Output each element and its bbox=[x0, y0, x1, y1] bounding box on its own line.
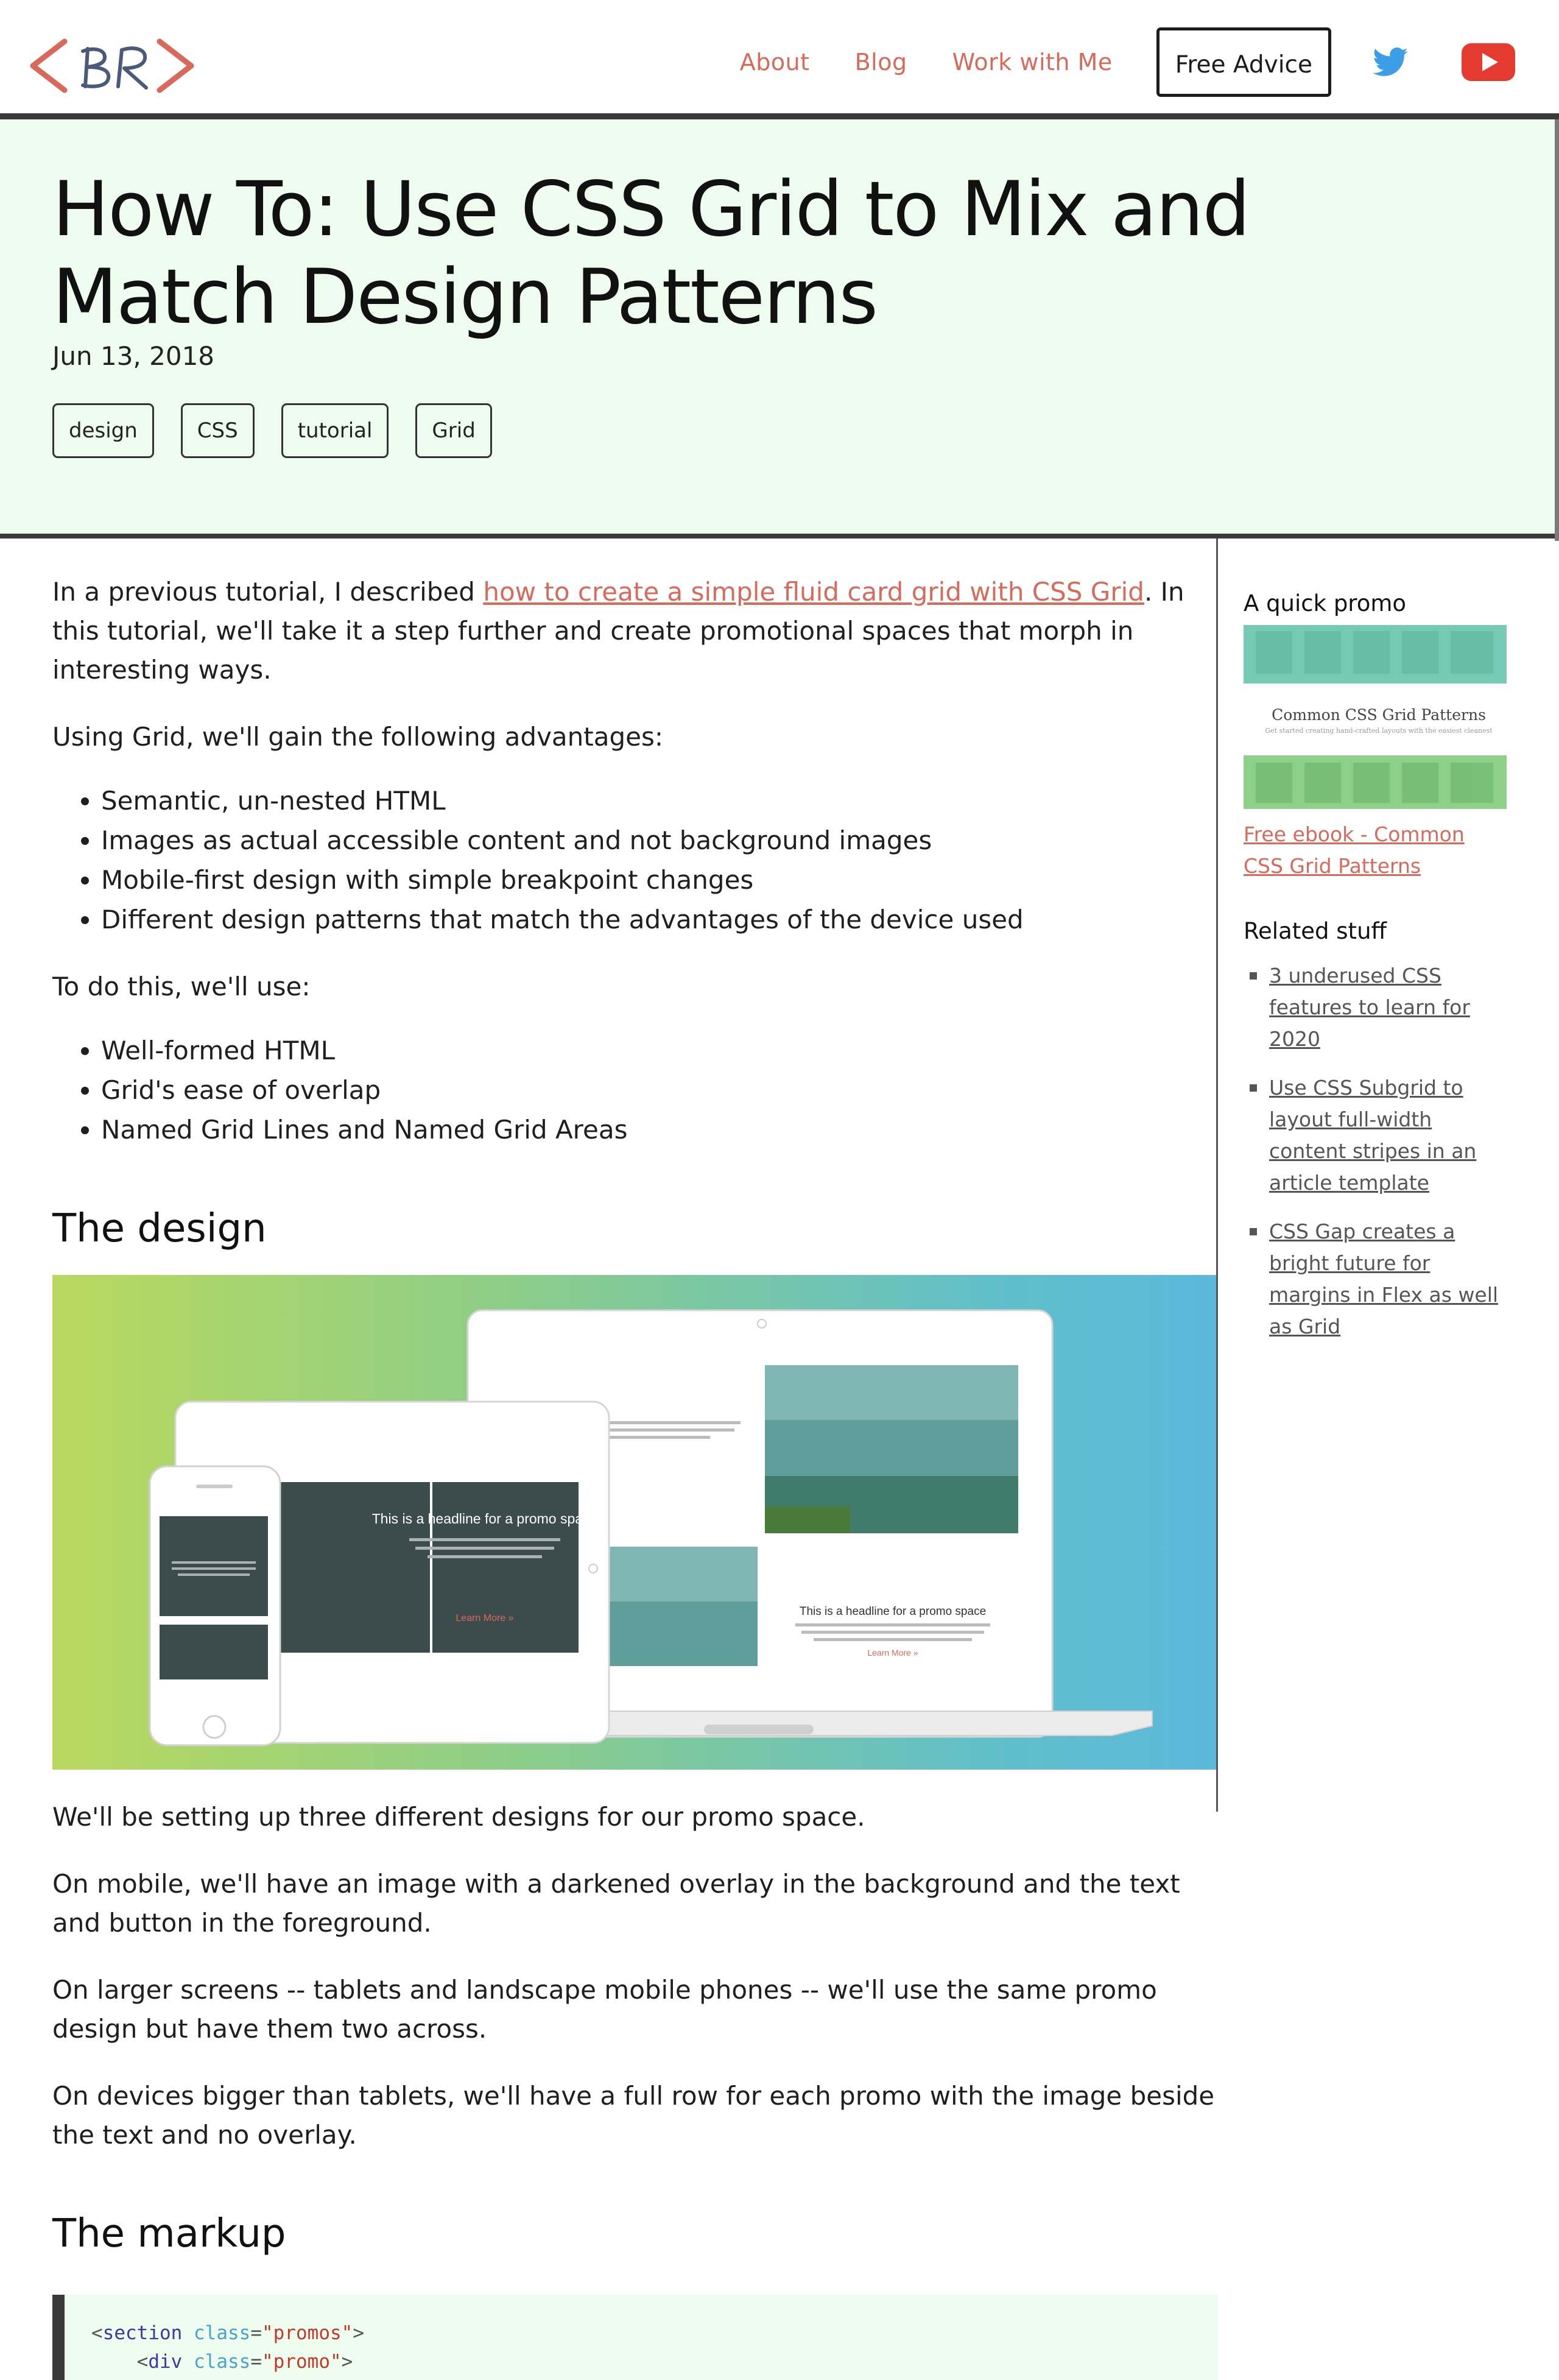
tablet-promo-headline: This is a headline for a promo space bbox=[372, 1511, 598, 1527]
ebook-cover-subtitle: Get started creating hand-crafted layout… bbox=[1265, 727, 1493, 735]
tag-design[interactable]: design bbox=[52, 403, 154, 458]
nav-blog-link[interactable]: Blog bbox=[855, 49, 907, 76]
list-item: Well-formed HTML bbox=[101, 1031, 1218, 1070]
tag-tutorial[interactable]: tutorial bbox=[281, 403, 389, 458]
site-header: About Blog Work with Me Free Advice bbox=[0, 0, 1559, 119]
list-item: Named Grid Lines and Named Grid Areas bbox=[101, 1110, 1218, 1149]
ebook-cover-svg: Common CSS Grid Patterns Get started cre… bbox=[1244, 625, 1507, 809]
main-nav: About Blog Work with Me Free Advice bbox=[740, 24, 1559, 100]
mobile-paragraph: On mobile, we'll have an image with a da… bbox=[52, 1869, 1180, 1938]
twitter-icon[interactable] bbox=[1373, 48, 1408, 77]
tablet-paragraph: On larger screens -- tablets and landsca… bbox=[52, 1975, 1157, 2044]
advantages-list: Semantic, un-nested HTML Images as actua… bbox=[52, 781, 1218, 939]
related-link-1[interactable]: 3 underused CSS features to learn for 20… bbox=[1269, 964, 1470, 1051]
tag-list: design CSS tutorial Grid bbox=[52, 403, 519, 458]
list-item: Different design patterns that match the… bbox=[101, 900, 1218, 939]
tablet-learn-more: Learn More » bbox=[456, 1613, 513, 1623]
sidebar: A quick promo Common CSS Grid Patterns G… bbox=[1244, 590, 1507, 1360]
related-heading: Related stuff bbox=[1244, 918, 1387, 944]
related-link-3[interactable]: CSS Gap creates a bright future for marg… bbox=[1269, 1220, 1498, 1338]
hero-edge-line bbox=[1555, 119, 1559, 541]
intro-paragraph: In a previous tutorial, I described how … bbox=[52, 577, 1184, 685]
article-hero: How To: Use CSS Grid to Mix and Match De… bbox=[0, 119, 1559, 539]
tools-intro: To do this, we'll use: bbox=[52, 972, 311, 1001]
list-item: Images as actual accessible content and … bbox=[101, 821, 1218, 860]
article-body: In a previous tutorial, I described how … bbox=[52, 539, 1218, 2380]
ebook-link[interactable]: Free ebook - Common CSS Grid Patterns bbox=[1244, 822, 1465, 878]
tools-list: Well-formed HTML Grid's ease of overlap … bbox=[52, 1031, 1218, 1149]
desktop-paragraph: On devices bigger than tablets, we'll ha… bbox=[52, 2081, 1215, 2150]
markup-heading: The markup bbox=[52, 2211, 286, 2256]
list-item: Mobile-first design with simple breakpoi… bbox=[101, 860, 1218, 900]
nav-work-link[interactable]: Work with Me bbox=[952, 49, 1113, 76]
main-content: In a previous tutorial, I described how … bbox=[0, 539, 1559, 2380]
youtube-icon[interactable] bbox=[1462, 43, 1515, 81]
advantages-intro: Using Grid, we'll gain the following adv… bbox=[52, 722, 664, 752]
laptop-learn-more: Learn More » bbox=[867, 1648, 918, 1658]
list-item: Grid's ease of overlap bbox=[101, 1070, 1218, 1110]
list-item: Use CSS Subgrid to layout full-width con… bbox=[1244, 1072, 1507, 1199]
logo[interactable] bbox=[27, 37, 197, 95]
promo-heading: A quick promo bbox=[1244, 590, 1407, 616]
list-item: Semantic, un-nested HTML bbox=[101, 781, 1218, 821]
laptop-promo-headline: This is a headline for a promo space bbox=[800, 1605, 986, 1618]
list-item: 3 underused CSS features to learn for 20… bbox=[1244, 960, 1507, 1055]
list-item: CSS Gap creates a bright future for marg… bbox=[1244, 1216, 1507, 1343]
nav-about-link[interactable]: About bbox=[740, 49, 810, 76]
related-list: 3 underused CSS features to learn for 20… bbox=[1244, 960, 1507, 1343]
code-block: <section class="promos"> <div class="pro… bbox=[52, 2295, 1218, 2380]
sidebar-divider bbox=[1216, 539, 1218, 1812]
tag-css[interactable]: CSS bbox=[180, 403, 255, 458]
design-heading: The design bbox=[52, 1206, 267, 1251]
ebook-cover-title: Common CSS Grid Patterns bbox=[1272, 706, 1486, 724]
devices-illustration: This is a headline for a promo space Lea… bbox=[52, 1275, 1218, 1770]
previous-tutorial-link[interactable]: how to create a simple fluid card grid w… bbox=[483, 577, 1144, 607]
designs-paragraph: We'll be setting up three different desi… bbox=[52, 1802, 865, 1832]
tag-grid[interactable]: Grid bbox=[415, 403, 492, 458]
ebook-promo-image[interactable]: Common CSS Grid Patterns Get started cre… bbox=[1244, 625, 1507, 809]
devices-illustration-svg: This is a headline for a promo space Lea… bbox=[149, 1309, 1153, 1746]
publish-date: Jun 13, 2018 bbox=[52, 341, 215, 371]
related-link-2[interactable]: Use CSS Subgrid to layout full-width con… bbox=[1269, 1076, 1476, 1195]
page-title: How To: Use CSS Grid to Mix and Match De… bbox=[52, 166, 1250, 341]
free-advice-button[interactable]: Free Advice bbox=[1156, 27, 1331, 97]
